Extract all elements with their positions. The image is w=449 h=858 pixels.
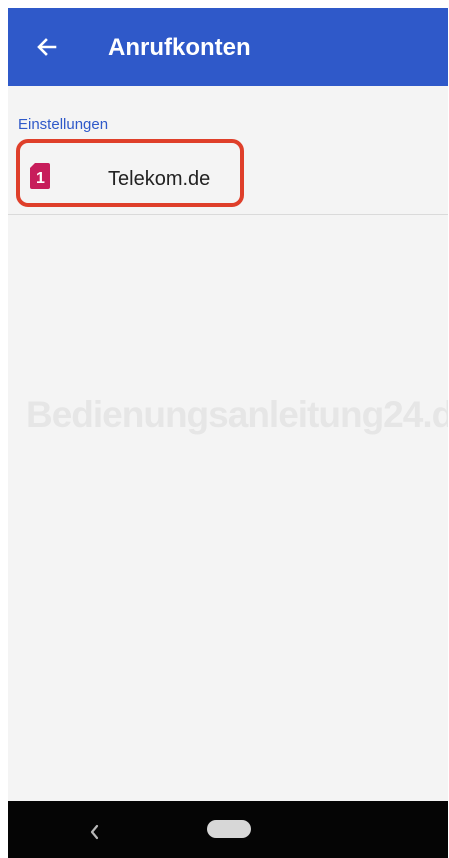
settings-section-title: Einstellungen (18, 116, 109, 133)
sim-card-icon: 1 (30, 163, 50, 189)
phone-screen: Anrufkonten Einstellungen 1 Telekom.de B… (8, 8, 448, 858)
page-title: Anrufkonten (108, 34, 251, 61)
chevron-left-icon (90, 824, 99, 840)
system-back-button[interactable] (83, 820, 107, 844)
watermark-text: Bedienungsanleitung24.de (26, 394, 448, 435)
arrow-left-icon (37, 38, 57, 56)
list-divider (8, 214, 448, 215)
system-navigation-bar (8, 801, 448, 858)
top-app-bar: Anrufkonten (8, 8, 448, 86)
home-pill-icon[interactable] (207, 820, 251, 838)
back-button[interactable] (28, 28, 66, 66)
telekom-account-row[interactable]: 1 Telekom.de (8, 144, 448, 214)
sim-number-label: 1 (36, 170, 45, 187)
account-name: Telekom.de (108, 168, 211, 190)
